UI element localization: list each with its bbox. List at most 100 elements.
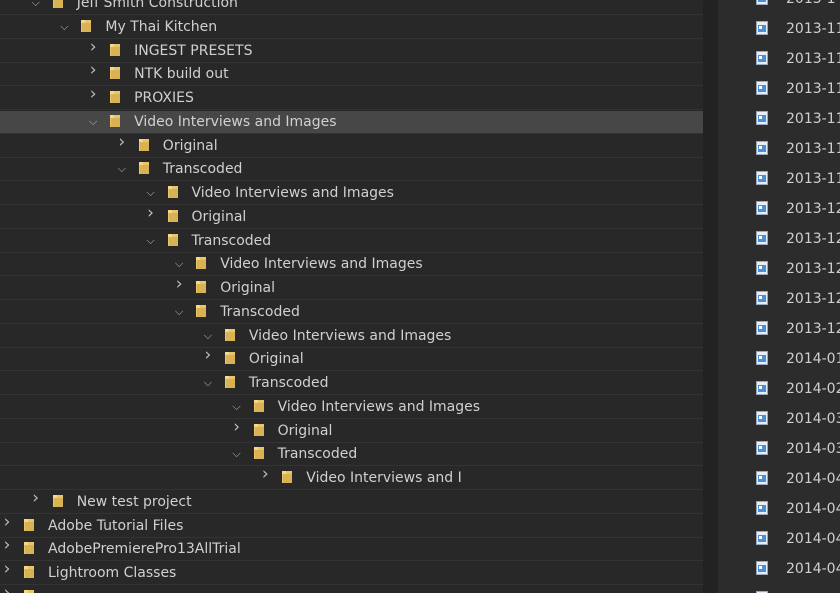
file-list-item[interactable]: 2013-11 (718, 16, 840, 46)
folder-row[interactable]: ⌵ My Thai Kitchen (0, 16, 703, 39)
folder-label: Original (248, 351, 304, 367)
folder-row[interactable]: ⌵ Transcoded (0, 230, 703, 253)
folder-row[interactable]: ⌵ Transcoded (0, 158, 703, 181)
folder-label: Transcoded (191, 233, 272, 249)
folder-row[interactable]: › INGEST PRESETS (0, 39, 703, 63)
file-list-item[interactable]: 2014-03 (718, 436, 840, 466)
folder-label: Video Interviews and Images (277, 399, 481, 415)
chevron-right-icon[interactable]: › (2, 585, 12, 593)
folder-row[interactable]: › Adobe Tutorial Files (0, 514, 703, 538)
chevron-right-icon[interactable]: › (2, 514, 12, 531)
panel-divider[interactable] (703, 0, 718, 593)
chevron-right-icon[interactable]: › (117, 134, 127, 151)
folder-label: Video Interviews and Images (220, 256, 423, 272)
chevron-right-icon[interactable]: › (31, 490, 41, 507)
folder-label: Video Interviews and I (306, 470, 462, 486)
folder-row[interactable]: ⌵ Jeff Smith Construction (0, 0, 703, 15)
file-label: 2013-11 (786, 81, 840, 97)
folder-row[interactable]: ⌵ Video Interviews and Images (0, 325, 703, 348)
file-list-item[interactable]: 2013-11 (718, 76, 840, 106)
folder-row[interactable]: ⌵ Video Interviews and Images (0, 253, 703, 276)
chevron-down-icon[interactable]: ⌵ (232, 401, 242, 413)
file-list-item[interactable]: 2013-1 (718, 0, 840, 16)
folder-row[interactable]: › New test project (0, 490, 703, 514)
file-list-item[interactable]: 2013-11 (718, 166, 840, 196)
folder-row[interactable]: ⌵ Video Interviews and Images (0, 111, 703, 134)
folder-row[interactable]: › Original (0, 134, 703, 158)
image-file-icon (756, 201, 768, 215)
file-list-item[interactable]: 2013-11 (718, 136, 840, 166)
file-label: 2013-1 (786, 0, 836, 8)
folder-row[interactable]: › Original (0, 347, 703, 371)
chevron-down-icon[interactable]: ⌵ (232, 448, 242, 460)
file-list-item[interactable]: 2013-12 (718, 286, 840, 316)
folder-label: Original (277, 423, 333, 439)
chevron-down-icon[interactable]: ⌵ (31, 0, 41, 9)
chevron-right-icon[interactable]: › (2, 561, 12, 578)
folder-row[interactable]: ⌵ Video Interviews and Images (0, 396, 703, 419)
image-file-icon (756, 261, 768, 275)
file-label: 2013-12 (786, 231, 840, 247)
file-label: 2013-11 (786, 21, 840, 37)
chevron-right-icon[interactable]: › (232, 419, 242, 436)
file-list-item[interactable]: 2014-04 (718, 466, 840, 496)
chevron-down-icon[interactable]: ⌵ (117, 163, 127, 175)
file-label: 2013-11 (786, 171, 840, 187)
file-list-item[interactable]: 2013-11 (718, 46, 840, 76)
folder-row[interactable]: › NTK build out (0, 62, 703, 86)
file-list-item[interactable]: 2013-12 (718, 226, 840, 256)
file-list-item[interactable]: 2014-02 (718, 376, 840, 406)
image-file-icon (756, 471, 768, 485)
folder-row[interactable]: ⌵ Transcoded (0, 372, 703, 395)
folder-row[interactable]: › AdobePremierePro13AllTrial (0, 537, 703, 561)
image-file-icon (756, 321, 768, 335)
folder-icon (109, 114, 121, 128)
folder-row[interactable]: ⌵ Transcoded (0, 301, 703, 324)
file-list-item[interactable]: 2013-12 (718, 316, 840, 346)
chevron-right-icon[interactable]: › (174, 276, 184, 293)
file-list-item[interactable]: 2014-04 (718, 526, 840, 556)
folder-label: Transcoded (162, 161, 243, 177)
folder-row[interactable]: › (0, 585, 703, 593)
chevron-down-icon[interactable]: ⌵ (88, 116, 98, 128)
file-list-item[interactable]: 2013-12 (718, 256, 840, 286)
folder-row[interactable]: › PROXIES (0, 86, 703, 110)
chevron-right-icon[interactable]: › (203, 347, 213, 364)
chevron-down-icon[interactable]: ⌵ (203, 330, 213, 342)
file-list-item[interactable]: 2014-01 (718, 346, 840, 376)
folder-row[interactable]: › Video Interviews and I (0, 466, 703, 490)
file-label: 2014-02 (786, 381, 840, 397)
folder-row[interactable]: › Original (0, 419, 703, 443)
chevron-right-icon[interactable]: › (260, 466, 270, 483)
file-list-item[interactable]: 2013-12 (718, 196, 840, 226)
folder-row[interactable]: ⌵ Video Interviews and Images (0, 182, 703, 205)
image-file-icon (756, 231, 768, 245)
chevron-down-icon[interactable]: ⌵ (146, 235, 156, 247)
folder-label: Video Interviews and Images (191, 185, 394, 201)
folder-row[interactable]: › Original (0, 205, 703, 229)
chevron-down-icon[interactable]: ⌵ (174, 306, 184, 318)
file-label: 2013-11 (786, 141, 840, 157)
file-list-item[interactable]: 2014-04 (718, 556, 840, 586)
chevron-down-icon[interactable]: ⌵ (146, 187, 156, 199)
folder-label: Jeff Smith Construction (76, 0, 238, 11)
chevron-right-icon[interactable]: › (88, 62, 98, 79)
file-list-item[interactable] (718, 586, 840, 593)
chevron-down-icon[interactable]: ⌵ (203, 377, 213, 389)
folder-icon (109, 66, 121, 80)
folder-row[interactable]: › Lightroom Classes (0, 561, 703, 585)
chevron-down-icon[interactable]: ⌵ (59, 21, 69, 33)
folder-row[interactable]: › Original (0, 276, 703, 300)
file-label: 2013-11 (786, 111, 840, 127)
chevron-right-icon[interactable]: › (88, 86, 98, 103)
file-list-item[interactable]: 2014-04 (718, 496, 840, 526)
folder-row[interactable]: ⌵ Transcoded (0, 443, 703, 466)
file-list-item[interactable]: 2013-11 (718, 106, 840, 136)
chevron-right-icon[interactable]: › (88, 39, 98, 56)
file-label: 2013-12 (786, 261, 840, 277)
chevron-right-icon[interactable]: › (146, 205, 156, 222)
folder-icon (253, 399, 265, 413)
chevron-right-icon[interactable]: › (2, 537, 12, 554)
chevron-down-icon[interactable]: ⌵ (174, 258, 184, 270)
file-list-item[interactable]: 2014-03 (718, 406, 840, 436)
